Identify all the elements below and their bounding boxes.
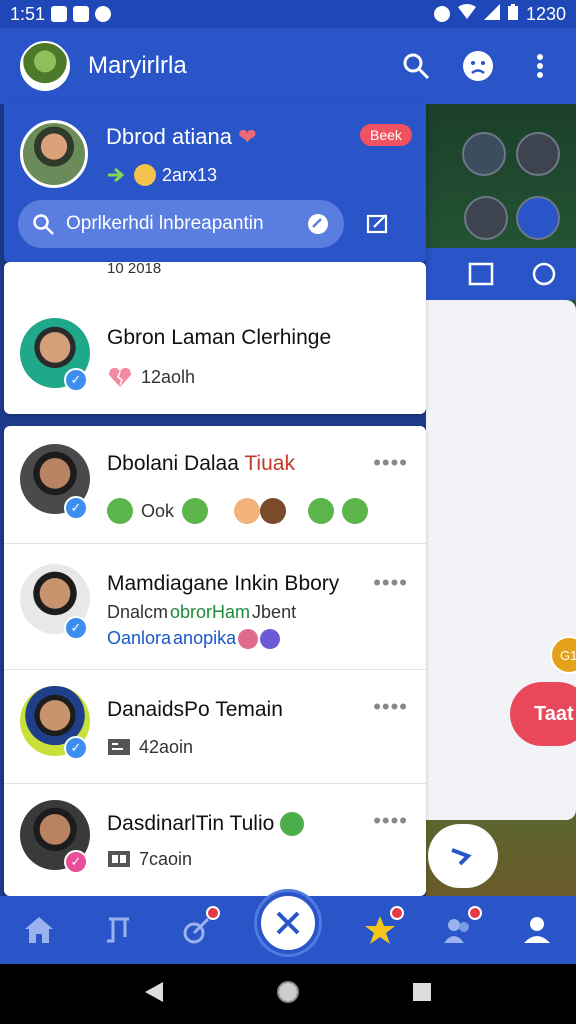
contact-name: Mamdiagane Inkin Bbory (107, 572, 340, 595)
status-bar: 1:51 1230 (0, 0, 576, 28)
battery-icon (507, 3, 518, 25)
emoji-icon (107, 498, 133, 524)
contact-name: DanaidsPo Temain (107, 698, 283, 721)
profile-name: Dbrod atiana ❤ (106, 124, 257, 149)
home-circle-icon[interactable] (275, 979, 301, 1010)
smile-emoji-icon (134, 164, 156, 186)
bottom-navigation (0, 892, 576, 964)
contact-meta: 7caoin (107, 848, 192, 870)
smile-emoji-icon (280, 812, 305, 837)
group-icon[interactable] (440, 906, 483, 948)
contact-meta: 42aoin (107, 736, 193, 758)
emoji-icon (308, 498, 335, 524)
book-icon (108, 851, 130, 867)
rocket-emoji-icon (238, 628, 259, 649)
list-item[interactable]: ✓ Dbolani Dalaa Tiuak •••• Ook (4, 426, 426, 544)
send-fab[interactable] (428, 824, 498, 888)
signal-icon (483, 3, 500, 25)
arrow-icon (108, 167, 125, 183)
notification-dot (468, 906, 483, 920)
contact-line2: Dnalcm obrorHam Jbent (107, 602, 297, 622)
contact-name: Dbolani Dalaa Tiuak (107, 452, 295, 475)
search-input[interactable]: Oprlkerhdi lnbreapantin (18, 200, 344, 248)
emoji-icon (234, 498, 261, 524)
broken-heart-icon (109, 367, 131, 387)
profile-icon[interactable] (519, 912, 555, 948)
emoji-icon (260, 628, 281, 649)
star-icon[interactable] (362, 906, 404, 948)
search-placeholder: Oprlkerhdi lnbreapantin (66, 213, 264, 234)
conversation-card: 10 2018 ✓ Gbron Laman Clerhinge 12aolh (4, 262, 426, 414)
profile-subtitle: 2arx13 (106, 164, 217, 186)
edit-icon[interactable] (366, 212, 390, 241)
notification-icon (95, 6, 112, 22)
list-item[interactable]: ✓ Mamdiagane Inkin Bbory •••• Dnalcm obr… (4, 546, 426, 670)
heart-icon: ❤ (238, 124, 257, 149)
back-icon[interactable] (143, 981, 165, 1008)
app-title: Maryirlrla (88, 52, 187, 79)
home-icon[interactable] (21, 912, 57, 948)
profile-avatar[interactable] (20, 120, 88, 188)
message-icon (108, 739, 130, 755)
contact-name: DasdinarlTin Tulio (107, 812, 305, 837)
kebab-menu-icon[interactable] (524, 50, 556, 82)
close-fab-button[interactable] (256, 892, 319, 954)
app-bar: Maryirlrla (0, 28, 576, 104)
timer-icon[interactable] (516, 196, 560, 240)
more-icon[interactable] (464, 196, 508, 240)
status-badge[interactable]: Beek (360, 124, 412, 146)
verified-check-icon: ✓ (64, 850, 88, 874)
contact-line3: Oanlora anopika (107, 628, 281, 649)
system-navigation (0, 964, 576, 1024)
more-options-icon[interactable]: •••• (373, 450, 408, 476)
search-icon (33, 214, 54, 235)
verified-check-icon: ✓ (64, 736, 88, 760)
contact-meta: 12aolh (107, 366, 195, 388)
verified-check-icon: ✓ (64, 368, 88, 392)
notification-icon (51, 6, 68, 22)
verified-check-icon: ✓ (64, 496, 88, 520)
list-item[interactable]: ✓ Gbron Laman Clerhinge 12aolh (4, 296, 426, 414)
refresh-icon[interactable] (516, 132, 560, 176)
partial-row-text: 10 2018 (107, 262, 162, 277)
list-item[interactable]: ✓ DasdinarlTin Tulio •••• 7caoin (4, 784, 426, 896)
tag-icon (308, 214, 328, 234)
music-icon[interactable] (100, 912, 136, 948)
status-time: 1:51 (10, 3, 46, 24)
list-item[interactable]: ✓ DanaidsPo Temain •••• 42aoin (4, 670, 426, 784)
notification-dot (206, 906, 221, 920)
background-toolbar (426, 248, 576, 300)
sad-face-icon[interactable] (462, 50, 494, 82)
notification-dot (389, 906, 404, 920)
recents-icon[interactable] (411, 981, 433, 1008)
rocket-icon[interactable] (178, 906, 221, 948)
help-icon[interactable] (462, 132, 506, 176)
notification-icon (73, 6, 90, 22)
contact-meta: Ook (107, 498, 369, 524)
verified-check-icon: ✓ (64, 616, 88, 640)
more-options-icon[interactable]: •••• (373, 570, 408, 596)
conversation-card: ✓ Dbolani Dalaa Tiuak •••• Ook ✓ Mamdiag… (4, 426, 426, 896)
emoji-icon (342, 498, 369, 524)
emoji-icon (260, 498, 287, 524)
more-options-icon[interactable]: •••• (373, 808, 408, 834)
red-pill-button[interactable]: Taat (510, 682, 576, 746)
search-icon[interactable] (400, 50, 432, 82)
emoji-icon (182, 498, 209, 524)
status-right-text: 1230 (525, 3, 566, 24)
app-avatar[interactable] (20, 41, 70, 91)
alarm-icon (433, 6, 450, 22)
profile-drawer: Dbrod atiana ❤ 2arx13 Beek Oprlkerhdi ln… (4, 102, 426, 262)
contact-name: Gbron Laman Clerhinge (107, 326, 332, 349)
more-options-icon[interactable]: •••• (373, 694, 408, 720)
wifi-icon (457, 3, 476, 25)
